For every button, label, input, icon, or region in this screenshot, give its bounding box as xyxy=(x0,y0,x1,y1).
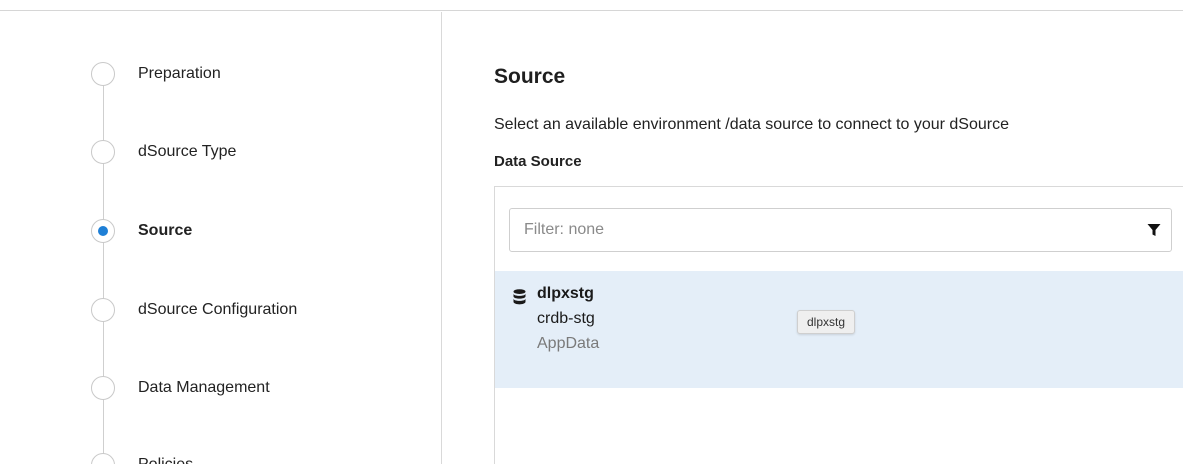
step-label: dSource Configuration xyxy=(138,301,298,318)
step-label: Source xyxy=(138,222,193,239)
wizard-step-preparation[interactable]: Preparation xyxy=(91,61,221,87)
tooltip: dlpxstg xyxy=(797,310,856,334)
filter-box xyxy=(509,208,1172,252)
main-content: Source Select an available environment /… xyxy=(494,12,1183,464)
wizard-step-dsource-configuration[interactable]: dSource Configuration xyxy=(91,297,297,323)
data-source-panel: dlpxstg crdb-stg AppData dlpxstg xyxy=(494,186,1183,464)
step-label: Data Management xyxy=(138,379,270,396)
wizard-step-policies[interactable]: Policies xyxy=(91,452,193,464)
source-environment: crdb-stg xyxy=(537,310,595,327)
source-name: dlpxstg xyxy=(537,285,594,302)
step-indicator-icon xyxy=(91,376,115,400)
filter-icon[interactable] xyxy=(1137,209,1171,251)
step-indicator-icon xyxy=(91,140,115,164)
step-indicator-icon xyxy=(91,298,115,322)
step-label: Policies xyxy=(138,456,193,464)
step-label: Preparation xyxy=(138,65,221,82)
data-source-row[interactable]: dlpxstg crdb-stg AppData dlpxstg xyxy=(495,271,1183,388)
wizard-step-source[interactable]: Source xyxy=(91,218,192,244)
wizard-step-dsource-type[interactable]: dSource Type xyxy=(91,139,236,165)
wizard-sidebar: Preparation dSource Type Source dSource … xyxy=(0,12,442,464)
database-icon xyxy=(513,289,526,310)
source-type: AppData xyxy=(537,335,600,352)
step-active-indicator-icon xyxy=(91,219,115,243)
wizard-step-data-management[interactable]: Data Management xyxy=(91,375,270,401)
top-divider xyxy=(0,0,1183,11)
step-indicator-icon xyxy=(91,453,115,464)
step-label: dSource Type xyxy=(138,143,237,160)
step-indicator-icon xyxy=(91,62,115,86)
filter-input[interactable] xyxy=(510,221,1137,239)
page-description: Select an available environment /data so… xyxy=(494,116,1009,133)
data-source-heading: Data Source xyxy=(494,153,582,170)
page-title: Source xyxy=(494,65,566,88)
